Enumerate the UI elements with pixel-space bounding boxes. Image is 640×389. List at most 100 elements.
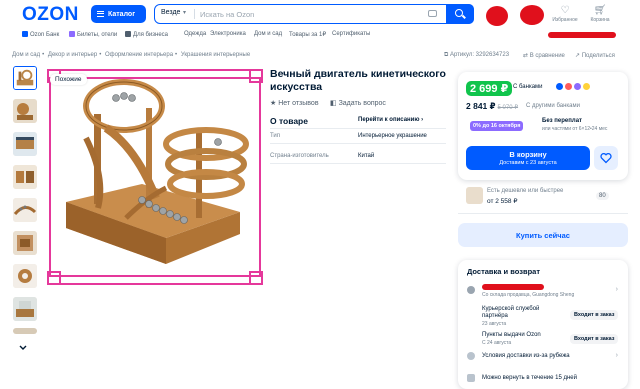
- add-to-favorites-button[interactable]: [594, 146, 618, 170]
- subnav-item-electronics[interactable]: Электроника: [210, 31, 246, 37]
- delivery-option-label: Курьерской службой партнёра: [482, 306, 540, 319]
- similar-button[interactable]: Похожие: [50, 74, 87, 85]
- search-scope[interactable]: Везде: [161, 9, 180, 16]
- search-bar: Везде ▾: [154, 4, 474, 24]
- favorites-link[interactable]: ♡ Избранное: [549, 5, 581, 24]
- bank-icon: [22, 31, 28, 37]
- spec-name: Тип: [270, 133, 281, 139]
- ozon-logo[interactable]: OZON: [22, 4, 79, 26]
- subnav-item-bank[interactable]: Ozon Банк: [22, 31, 59, 38]
- search-icon: [455, 9, 463, 17]
- spec-name: Страна-изготовитель: [270, 153, 329, 159]
- warehouse-origin: Со склада продавца, Guangdong Sheng: [482, 292, 575, 298]
- ask-question-link[interactable]: ◧ Задать вопрос: [330, 99, 386, 107]
- about-heading: О товаре: [270, 116, 308, 126]
- breadcrumb-item[interactable]: Оформление интерьера: [105, 52, 173, 58]
- catalog-button[interactable]: Каталог: [91, 5, 146, 23]
- divider: [194, 9, 195, 19]
- favorites-label: Избранное: [552, 17, 578, 23]
- chevron-right-icon: ›: [615, 352, 618, 359]
- heart-icon: ♡: [560, 5, 570, 16]
- thumbnail[interactable]: [13, 231, 37, 255]
- location-pin-icon: [467, 286, 475, 294]
- cheaper-price: от 2 558 ₽: [487, 198, 518, 205]
- subnav-item-1rub[interactable]: Товары за 1₽: [289, 31, 326, 38]
- info-icon: [467, 352, 475, 360]
- chevron-down-icon: ▾: [183, 10, 187, 16]
- delivery-option-price: Входит в заказ: [570, 334, 619, 344]
- thumbnail[interactable]: [13, 198, 37, 222]
- cart-label: Корзина: [590, 17, 610, 23]
- subnav-item-certificates[interactable]: Сертификаты: [332, 31, 370, 37]
- breadcrumb-item[interactable]: Дом и сад: [12, 52, 40, 58]
- divider: [270, 143, 446, 144]
- product-title: Вечный двигатель кинетического искусства: [270, 68, 446, 93]
- delivery-panel: Доставка и возврат Со склада продавца, G…: [458, 260, 628, 389]
- redacted-account[interactable]: [520, 5, 544, 25]
- add-to-cart-button[interactable]: В корзину Доставим с 23 августа: [466, 146, 590, 170]
- spec-value: Китай: [358, 153, 375, 159]
- installment-subtitle: или частями от 6×12•24 мес: [542, 126, 608, 132]
- installment-badge: 0% до 16 октября: [470, 121, 524, 131]
- share-link[interactable]: ↗ Поделиться: [575, 52, 615, 59]
- divider: [458, 213, 628, 214]
- return-icon: [467, 374, 475, 382]
- payment-icons: [556, 83, 590, 90]
- return-policy[interactable]: Можно вернуть в течение 15 дней: [458, 374, 628, 386]
- camera-icon[interactable]: [428, 10, 437, 17]
- delivery-option-date: С 24 августа: [482, 340, 512, 346]
- catalog-label: Каталог: [108, 10, 136, 18]
- bank-icon: [565, 83, 572, 90]
- thumbnail-partial[interactable]: [13, 328, 37, 334]
- subnav-item-business[interactable]: Для бизнеса: [125, 31, 168, 38]
- subnav-item-home[interactable]: Дом и сад: [254, 31, 282, 37]
- subnav-item-tickets[interactable]: Билеты, отели: [69, 31, 117, 38]
- product-image[interactable]: [46, 68, 264, 286]
- search-button[interactable]: [446, 4, 474, 24]
- delivery-option-label: Пункты выдачи Ozon: [482, 332, 541, 338]
- bank-icon: [583, 83, 590, 90]
- buy-panel: 2 699 ₽ С банками 2 841 ₽5 070 ₽ С други…: [458, 72, 628, 180]
- price-regular-note: С другими банками: [526, 103, 580, 109]
- spec-value[interactable]: Интерьерное украшение: [358, 133, 427, 139]
- buy-now-button[interactable]: Купить сейчас: [458, 223, 628, 247]
- delivery-option-price: Входит в заказ: [570, 310, 619, 320]
- redacted-address[interactable]: [548, 32, 616, 38]
- thumbnail[interactable]: [13, 99, 37, 123]
- cheaper-title: Есть дешевле или быстрее: [487, 188, 564, 194]
- thumbnail[interactable]: [13, 297, 37, 321]
- bank-icon: [556, 83, 563, 90]
- menu-icon: [97, 11, 104, 17]
- sub-navigation: Ozon Банк Билеты, отели Для бизнеса Одеж…: [0, 28, 640, 42]
- price-card-note: С банками: [513, 84, 543, 90]
- thumbnail[interactable]: [13, 165, 37, 189]
- chevron-right-icon: ›: [615, 286, 618, 293]
- breadcrumb-item[interactable]: Декор и интерьер: [48, 52, 97, 58]
- search-input[interactable]: [200, 7, 420, 21]
- thumbnail[interactable]: [13, 264, 37, 288]
- heart-icon: [600, 153, 612, 164]
- divider: [270, 163, 446, 164]
- installment-offer[interactable]: 0% до 16 октября Без переплат или частям…: [466, 118, 620, 136]
- delivery-option[interactable]: Пункты выдачи Ozon С 24 августа Входит в…: [458, 332, 628, 348]
- compare-link[interactable]: ⇄ В сравнение: [523, 52, 565, 59]
- subnav-item-clothes[interactable]: Одежда: [184, 31, 206, 37]
- delivery-heading: Доставка и возврат: [467, 267, 541, 276]
- delivery-option[interactable]: Курьерской службой партнёра 23 августа В…: [458, 306, 628, 328]
- thumbnail[interactable]: [13, 66, 37, 90]
- chevron-down-icon[interactable]: [18, 343, 28, 353]
- business-icon: [125, 31, 131, 37]
- cheaper-offers[interactable]: Есть дешевле или быстрее от 2 558 ₽ 80: [458, 185, 628, 211]
- redacted-avatar[interactable]: [486, 6, 508, 26]
- breadcrumb-item[interactable]: Украшения интерьерные: [181, 52, 250, 58]
- offers-count-badge: 80: [596, 192, 609, 200]
- go-to-description-link[interactable]: Перейти к описанию ›: [358, 117, 423, 123]
- reviews-link[interactable]: ★ Нет отзывов: [270, 99, 319, 107]
- offer-thumbnail: [466, 187, 483, 204]
- delivery-location[interactable]: Со склада продавца, Guangdong Sheng ›: [458, 284, 628, 302]
- thumbnail[interactable]: [13, 132, 37, 156]
- bank-icon: [574, 83, 581, 90]
- cart-link[interactable]: 🛒︎ Корзина: [584, 6, 616, 24]
- abroad-delivery-terms[interactable]: Условия доставки из-за рубежа ›: [458, 352, 628, 364]
- article-number[interactable]: ⧉ Артикул: 3292634723: [444, 52, 509, 59]
